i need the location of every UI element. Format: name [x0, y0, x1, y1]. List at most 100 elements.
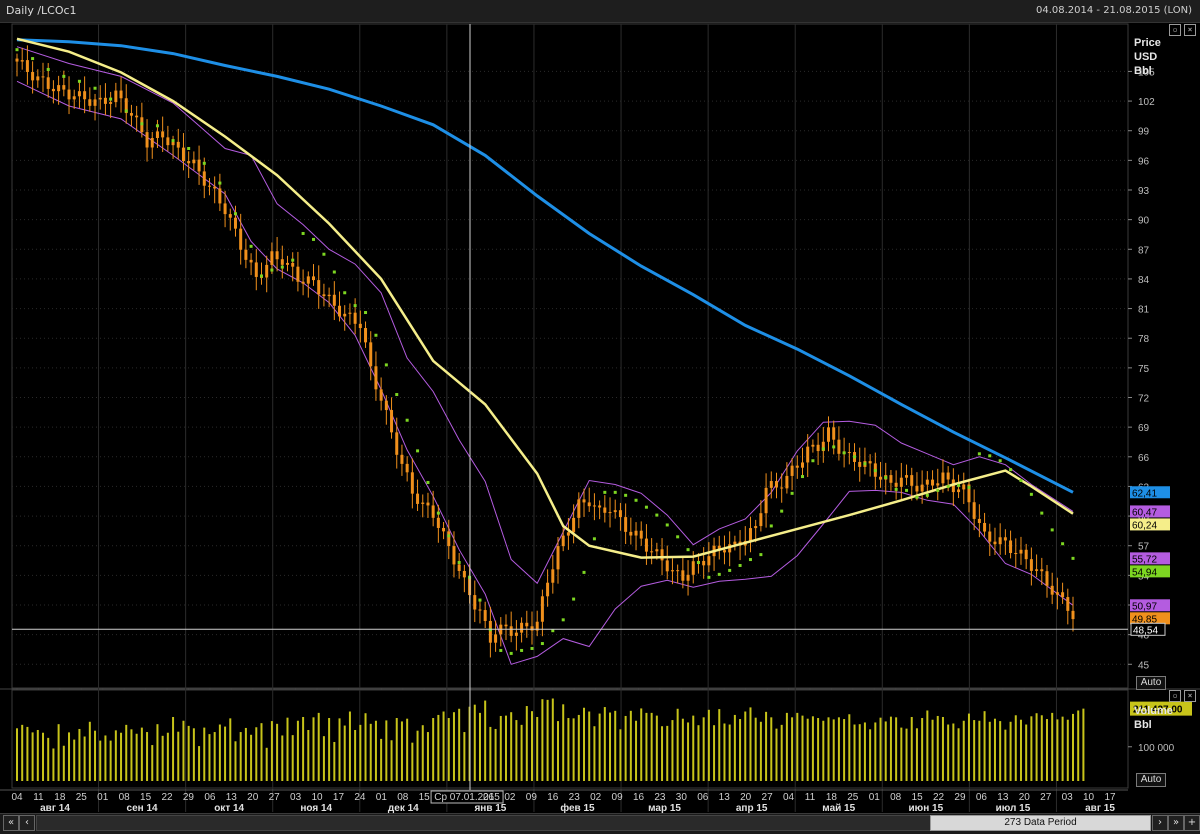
- sar-dot: [509, 651, 513, 655]
- candle-body: [332, 294, 336, 306]
- volume-bar: [837, 717, 840, 781]
- candle-body: [436, 517, 440, 528]
- x-day-label: 23: [654, 792, 666, 803]
- volume-bar: [702, 717, 705, 781]
- candle-body: [109, 102, 113, 104]
- volume-bar: [572, 718, 575, 781]
- x-day-label: 02: [590, 792, 602, 803]
- volume-bar: [910, 716, 913, 781]
- candle-body: [275, 251, 279, 260]
- restore-icon[interactable]: ▫: [1169, 690, 1181, 702]
- sar-dot: [634, 498, 638, 502]
- volume-auto-button[interactable]: Auto: [1136, 773, 1166, 787]
- candle-body: [889, 475, 893, 483]
- restore-icon[interactable]: ▫: [1169, 24, 1181, 36]
- scroll-next-icon[interactable]: ›: [1152, 815, 1168, 831]
- volume-bar: [827, 717, 830, 781]
- candle-body: [150, 137, 154, 148]
- candle-body: [1019, 549, 1023, 554]
- x-day-label: 01: [97, 792, 109, 803]
- sar-dot: [155, 124, 159, 128]
- sar-dot: [15, 48, 19, 52]
- candle-body: [395, 432, 399, 455]
- price-tag-text: 55,72: [1132, 554, 1157, 565]
- candle-body: [504, 624, 508, 627]
- candle-body: [686, 574, 690, 581]
- volume-bar: [369, 723, 372, 781]
- data-period-thumb[interactable]: 273 Data Period: [930, 815, 1151, 831]
- candle-body: [592, 505, 596, 507]
- candle-body: [135, 115, 139, 118]
- candle-body: [936, 483, 940, 486]
- candle-body: [816, 444, 820, 452]
- candle-body: [181, 147, 185, 162]
- candle-body: [31, 71, 35, 81]
- candle-body: [613, 510, 617, 513]
- volume-bar: [442, 711, 445, 781]
- price-auto-button[interactable]: Auto: [1136, 676, 1166, 690]
- x-day-label: 01: [869, 792, 881, 803]
- volume-bar: [993, 718, 996, 781]
- volume-bar: [921, 718, 924, 781]
- sar-dot: [821, 447, 825, 451]
- volume-bar: [728, 724, 731, 781]
- volume-bar: [936, 715, 939, 781]
- x-day-label: 03: [290, 792, 302, 803]
- scroll-first-icon[interactable]: «: [3, 815, 19, 831]
- candle-body: [379, 389, 383, 401]
- close-icon[interactable]: ×: [1184, 24, 1196, 36]
- sar-dot: [624, 493, 628, 497]
- candle-body: [1071, 610, 1075, 620]
- volume-bar: [400, 721, 403, 781]
- candle-body: [858, 461, 862, 467]
- candle-body: [452, 546, 456, 565]
- sar-dot: [259, 274, 263, 278]
- volume-bar: [478, 712, 481, 781]
- sar-dot: [925, 493, 929, 497]
- bollinger-upper-line: [16, 46, 1074, 585]
- volume-bar: [489, 726, 492, 781]
- candle-body: [374, 366, 378, 390]
- scroll-prev-icon[interactable]: ‹: [19, 815, 35, 831]
- x-day-label: 20: [740, 792, 752, 803]
- sar-dot: [1071, 556, 1075, 560]
- chart-svg[interactable]: 4548515457606366697275788184879093969910…: [0, 0, 1200, 833]
- volume-bar: [426, 732, 429, 781]
- sar-dot: [457, 561, 461, 565]
- volume-bar: [718, 709, 721, 781]
- volume-bar: [739, 719, 742, 781]
- candle-body: [691, 561, 695, 575]
- volume-bar: [447, 718, 450, 781]
- volume-bar: [16, 728, 18, 781]
- y-tick-label: 102: [1138, 97, 1155, 108]
- zoom-in-icon[interactable]: +: [1184, 815, 1200, 831]
- volume-bar: [884, 721, 887, 781]
- sar-dot: [46, 67, 50, 71]
- x-day-label: 09: [526, 792, 538, 803]
- volume-bar: [296, 720, 299, 781]
- y-tick-label: 57: [1138, 542, 1150, 553]
- volume-bar: [504, 715, 507, 781]
- volume-bar: [947, 724, 950, 781]
- price-axis-title-3: Bbl: [1134, 65, 1152, 77]
- sar-dot: [717, 572, 721, 576]
- sar-layer: [15, 48, 1075, 655]
- candle-body: [202, 171, 206, 186]
- sar-dot: [915, 495, 919, 499]
- candle-body: [920, 484, 924, 492]
- x-day-label: 15: [912, 792, 924, 803]
- candle-body: [187, 161, 191, 164]
- candle-body: [800, 462, 804, 468]
- volume-bar: [1040, 715, 1043, 781]
- close-icon[interactable]: ×: [1184, 690, 1196, 702]
- candle-body: [1050, 585, 1054, 595]
- volume-bar: [1056, 719, 1059, 781]
- candle-body: [473, 595, 477, 610]
- short-ma-line: [16, 37, 1074, 559]
- volume-bar: [635, 720, 638, 781]
- volume-bar: [1025, 724, 1028, 781]
- volume-bar: [140, 727, 143, 781]
- scroll-last-icon[interactable]: »: [1168, 815, 1184, 831]
- volume-bar: [655, 715, 658, 781]
- candle-body: [1009, 540, 1013, 554]
